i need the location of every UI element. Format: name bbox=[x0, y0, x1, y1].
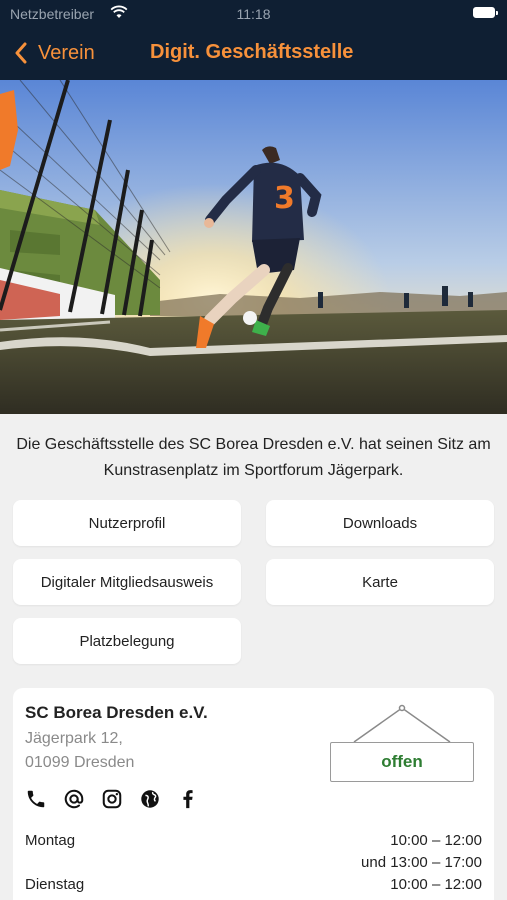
nav-bar: Verein Digit. Geschäftsstelle bbox=[0, 28, 507, 80]
address-street: Jägerpark 12, bbox=[25, 730, 123, 747]
back-label: Verein bbox=[38, 41, 95, 64]
svg-text:3: 3 bbox=[274, 181, 295, 216]
hours-time-monday-2: und 13:00 – 17:00 bbox=[361, 854, 482, 871]
sign-hanger-icon bbox=[353, 704, 451, 743]
back-button[interactable]: Verein bbox=[14, 38, 95, 68]
membership-card-button[interactable]: Digitaler Mitgliedsausweis bbox=[13, 559, 241, 605]
contact-card: SC Borea Dresden e.V. Jägerpark 12, 0109… bbox=[13, 688, 494, 900]
hours-day-tuesday: Dienstag bbox=[25, 876, 85, 893]
instagram-icon[interactable] bbox=[101, 788, 123, 810]
club-name: SC Borea Dresden e.V. bbox=[25, 703, 208, 722]
status-badge: offen bbox=[330, 742, 474, 782]
page-title: Digit. Geschäftsstelle bbox=[150, 41, 354, 63]
facebook-icon[interactable] bbox=[177, 788, 199, 810]
email-icon[interactable] bbox=[63, 788, 85, 810]
battery-icon bbox=[473, 7, 498, 18]
header: Netzbetreiber 11:18 Verein Digit. Geschä… bbox=[0, 0, 507, 80]
hero-image: 3 bbox=[0, 80, 507, 414]
intro-text: Die Geschäftsstelle des SC Borea Dresden… bbox=[16, 436, 491, 479]
hours-day-monday: Montag bbox=[25, 832, 76, 849]
status-time: 11:18 bbox=[236, 6, 271, 22]
address-city: 01099 Dresden bbox=[25, 754, 135, 771]
contact-icons bbox=[25, 788, 199, 810]
globe-icon[interactable] bbox=[139, 788, 161, 810]
status-bar: Netzbetreiber 11:18 bbox=[0, 0, 507, 28]
chevron-left-icon bbox=[15, 42, 27, 64]
phone-icon[interactable] bbox=[25, 788, 47, 810]
open-sign: offen bbox=[330, 704, 476, 784]
hours-time-monday-1: 10:00 – 12:00 bbox=[390, 832, 482, 849]
map-button[interactable]: Karte bbox=[266, 559, 494, 605]
user-profile-button[interactable]: Nutzerprofil bbox=[13, 500, 241, 546]
hours-time-tuesday-1: 10:00 – 12:00 bbox=[390, 876, 482, 893]
downloads-button[interactable]: Downloads bbox=[266, 500, 494, 546]
pitch-schedule-button[interactable]: Platzbelegung bbox=[13, 618, 241, 664]
